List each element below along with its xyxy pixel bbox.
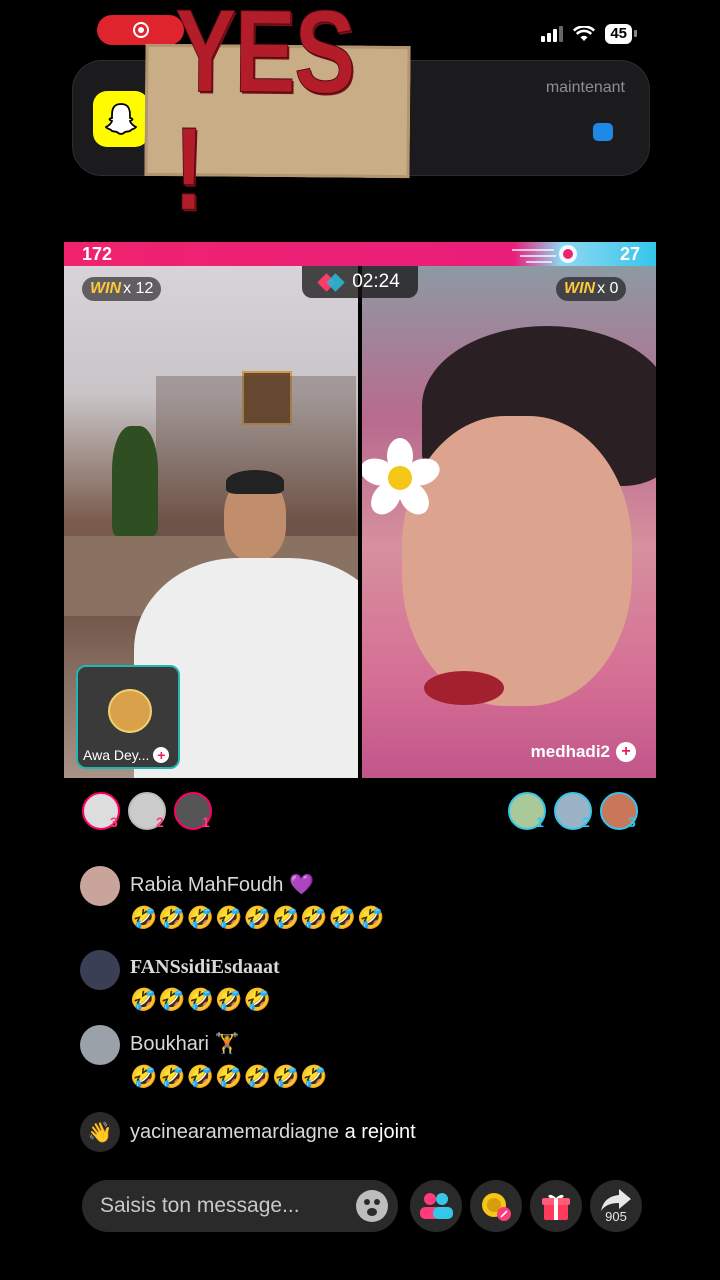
right-win-count: x 0 (597, 280, 619, 297)
share-arrow-icon (601, 1188, 631, 1211)
chat-message[interactable]: Rabia MahFoudh 💜 🤣🤣🤣🤣🤣🤣🤣🤣🤣 (80, 866, 386, 931)
heart-badge: 💜 (289, 874, 314, 896)
chat-avatar (80, 950, 120, 990)
guest-tile[interactable]: Awa Dey... + (76, 665, 180, 769)
chat-body: FANSsidiEsdaaat 🤣🤣🤣🤣🤣 (130, 950, 280, 1013)
chat-username-row: Boukhari 🏋️ (130, 1031, 329, 1056)
chat-username-row: Rabia MahFoudh 💜 (130, 872, 386, 897)
chat-body: Rabia MahFoudh 💜 🤣🤣🤣🤣🤣🤣🤣🤣🤣 (130, 866, 386, 931)
host-hair (226, 470, 284, 494)
left-win-label: WIN (90, 280, 122, 297)
left-win-badge: WIN x 12 (82, 277, 162, 301)
weightlifter-badge: 🏋️ (214, 1033, 240, 1055)
right-supporter-rank: 3 (628, 814, 636, 830)
gift-icon (542, 1194, 570, 1220)
chat-username: Boukhari (130, 1033, 209, 1055)
right-host-lips (424, 671, 504, 705)
chat-username: Rabia MahFoudh (130, 874, 284, 896)
left-win-count: x 12 (123, 280, 154, 297)
message-icon (593, 123, 613, 141)
score-right: 27 (619, 244, 640, 264)
right-win-label: WIN (564, 280, 596, 297)
message-input-pill[interactable] (82, 1180, 398, 1232)
score-left: 172 (82, 244, 113, 264)
left-win-container: WIN x 12 (82, 277, 162, 301)
status-icons: 45 (541, 24, 637, 44)
join-label: a rejoint (344, 1120, 416, 1143)
chat-avatar (80, 1025, 120, 1065)
join-username: yacinearamemardiagne (130, 1120, 340, 1143)
right-host-video[interactable]: WIN x 0 (362, 266, 656, 778)
timer-text: 02:24 (352, 271, 400, 292)
gift-button[interactable] (530, 1180, 582, 1232)
record-icon (132, 22, 149, 38)
notification-time: maintenant (545, 79, 625, 96)
follow-right-host-plus-icon[interactable]: + (616, 742, 636, 762)
share-button[interactable]: 905 (590, 1180, 642, 1232)
chat-avatar (80, 866, 120, 906)
multi-guest-button[interactable] (410, 1180, 462, 1232)
chat-text: 🤣🤣🤣🤣🤣🤣🤣🤣🤣 (130, 905, 386, 930)
join-event: 👋 yacinearamemardiagne a rejoint (80, 1112, 416, 1152)
battle-timer: 02:24 (302, 266, 418, 298)
left-supporter-rank: 3 (110, 814, 118, 830)
plant (112, 426, 158, 536)
follow-guest-plus-icon[interactable]: + (153, 747, 170, 763)
emoji-icon[interactable] (356, 1190, 388, 1222)
right-supporter-rank: 1 (536, 814, 544, 830)
guest-name-row: Awa Dey... + (83, 747, 170, 763)
people-icon (420, 1193, 453, 1219)
left-supporters: 3 2 1 (82, 792, 222, 832)
left-supporter-rank: 1 (202, 814, 210, 830)
battle-divider (358, 266, 362, 778)
left-supporter-rank: 2 (156, 814, 164, 830)
chat-body: Boukhari 🏋️ 🤣🤣🤣🤣🤣🤣🤣 (130, 1025, 329, 1090)
yes-sticker: YES ! (144, 0, 411, 236)
snapchat-ghost-icon (93, 91, 149, 147)
coin-discount-icon (482, 1193, 511, 1221)
join-text: yacinearamemardiagne a rejoint (130, 1121, 416, 1144)
chat-text: 🤣🤣🤣🤣🤣🤣🤣 (130, 1064, 329, 1089)
right-host-name: medhadi2 (530, 742, 610, 761)
chat-message[interactable]: Boukhari 🏋️ 🤣🤣🤣🤣🤣🤣🤣 (80, 1025, 329, 1090)
battle-versus-icon (320, 274, 344, 290)
coin-button[interactable] (470, 1180, 522, 1232)
left-host-figure (134, 470, 358, 778)
flower-icon (360, 438, 440, 515)
right-supporters: 1 2 3 (508, 792, 648, 832)
sticker-text: YES ! (173, 0, 356, 236)
wifi-icon (573, 26, 596, 41)
chat-username: FANSsidiEsdaaat (130, 956, 280, 978)
wave-icon: 👋 (80, 1112, 120, 1152)
screen-recording-indicator[interactable] (97, 15, 184, 45)
chat-username-row: FANSsidiEsdaaat (130, 956, 280, 979)
right-win-badge: WIN x 0 (556, 277, 627, 301)
right-win-container: WIN x 0 (556, 277, 627, 301)
right-supporter-rank: 2 (582, 814, 590, 830)
guest-name: Awa Dey... (83, 747, 150, 763)
chat-text: 🤣🤣🤣🤣🤣 (130, 987, 272, 1012)
cellular-signal-icon (541, 26, 564, 42)
battery-indicator: 45 (605, 24, 637, 44)
message-input[interactable] (98, 1193, 342, 1219)
guest-avatar (108, 689, 152, 733)
chat-message[interactable]: FANSsidiEsdaaat 🤣🤣🤣🤣🤣 (80, 950, 280, 1013)
share-count: 905 (605, 1208, 627, 1224)
right-host-name-row[interactable]: medhadi2 + (531, 742, 636, 762)
